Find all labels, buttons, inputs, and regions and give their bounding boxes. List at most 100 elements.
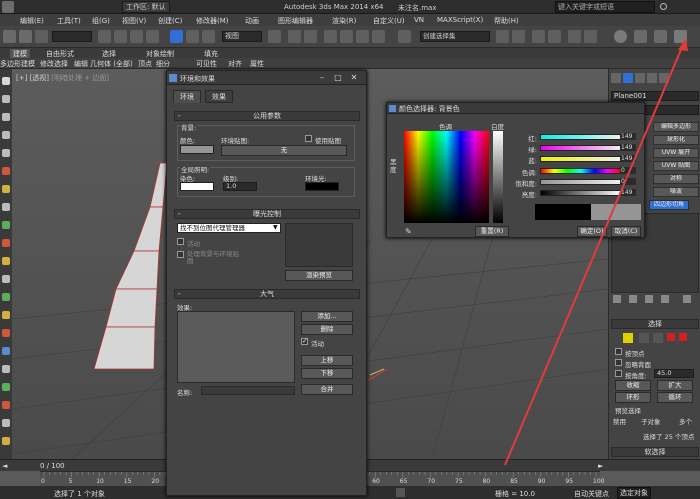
search-input[interactable]: 键入关键字或短语 — [555, 1, 655, 13]
merge-button[interactable]: 合并 — [301, 384, 353, 395]
modifier-uvw-unwrap[interactable]: UVW 展开 — [653, 148, 699, 158]
menu-graph-editors[interactable]: 图形编辑器 — [278, 16, 313, 26]
frame-counter[interactable]: 0 / 100 — [40, 462, 65, 470]
material-editor-icon[interactable] — [614, 30, 627, 43]
process-bg-checkbox[interactable] — [177, 251, 184, 258]
exposure-type-dropdown[interactable]: 找不到位图代理管理器 — [177, 223, 281, 233]
vertex-icon[interactable] — [623, 333, 633, 343]
tool-icon-6[interactable] — [2, 167, 10, 175]
menu-rendering[interactable]: 渲染(R) — [332, 16, 356, 26]
blue-slider[interactable] — [540, 156, 622, 162]
snap-icon[interactable] — [324, 30, 337, 43]
modifier-quad-chamfer[interactable]: 四边形切角 — [649, 200, 689, 210]
element-icon[interactable] — [679, 333, 687, 341]
effect-name-input[interactable] — [201, 386, 295, 395]
tool-icon-8[interactable] — [2, 203, 10, 211]
create-tab-icon[interactable] — [611, 73, 621, 83]
viewport-label[interactable]: [+] [透视] [明暗处理 + 边面] — [16, 73, 109, 83]
background-color-swatch[interactable] — [180, 145, 214, 154]
atmosphere-rollout[interactable]: - 大气 — [174, 289, 360, 299]
ribbon-visibility[interactable]: 可见性 — [196, 59, 217, 69]
tool-icon-4[interactable] — [2, 131, 10, 139]
tool-icon-21[interactable] — [2, 437, 10, 445]
selection-set-input[interactable]: 创建选择集 — [420, 31, 490, 42]
hue-saturation-field[interactable] — [404, 131, 489, 223]
make-unique-icon[interactable] — [645, 295, 653, 303]
select-icon[interactable] — [98, 30, 111, 43]
reset-button[interactable]: 重置(R) — [475, 226, 509, 237]
spinner-snap-icon[interactable] — [372, 30, 385, 43]
workspace-dropdown[interactable]: 工作区: 默认 — [122, 1, 170, 13]
tool-icon-10[interactable] — [2, 239, 10, 247]
redo-icon[interactable] — [19, 30, 32, 43]
delete-effect-button[interactable]: 删除 — [301, 324, 353, 335]
use-map-checkbox[interactable] — [305, 135, 312, 142]
ribbon-poly-modeling[interactable]: 多边形建模 — [0, 59, 35, 69]
exposure-rollout[interactable]: - 曝光控制 — [174, 209, 360, 219]
motion-tab-icon[interactable] — [647, 73, 657, 83]
ok-button[interactable]: 确定(O) — [577, 226, 607, 237]
by-angle-checkbox[interactable] — [615, 370, 622, 377]
window-crossing-icon[interactable] — [146, 30, 159, 43]
saturation-value[interactable]: 0 — [620, 178, 636, 185]
menu-customize[interactable]: 自定义(U) — [373, 16, 405, 26]
atmosphere-active-checkbox[interactable] — [301, 337, 308, 345]
preview-disabled-radio[interactable]: 禁用 — [613, 416, 626, 426]
tool-icon-3[interactable] — [2, 113, 10, 121]
ribbon-subdivision[interactable]: 细分 — [156, 59, 170, 69]
edge-icon[interactable] — [639, 333, 649, 343]
minimize-icon[interactable]: – — [317, 73, 327, 82]
rect-select-icon[interactable] — [130, 30, 143, 43]
close-icon[interactable]: ✕ — [349, 73, 359, 82]
ribbon-vertices[interactable]: 顶点 — [138, 59, 152, 69]
select-by-name-icon[interactable] — [114, 30, 127, 43]
ambient-color-swatch[interactable] — [305, 182, 339, 191]
tool-icon-12[interactable] — [2, 275, 10, 283]
tool-icon-5[interactable] — [2, 149, 10, 157]
env-map-button[interactable]: 无 — [221, 145, 347, 156]
grow-button[interactable]: 扩大 — [657, 380, 693, 391]
menu-help[interactable]: 帮助(H) — [494, 16, 519, 26]
modifier-noise[interactable]: 噪波 — [653, 187, 699, 197]
layer-manager-icon[interactable] — [532, 30, 545, 43]
menu-animation[interactable]: 动画 — [245, 16, 259, 26]
configure-sets-icon[interactable] — [683, 295, 691, 303]
render-production-icon[interactable] — [674, 30, 687, 43]
ribbon-properties[interactable]: 属性 — [250, 59, 264, 69]
tool-icon-18[interactable] — [2, 383, 10, 391]
hue-slider[interactable] — [540, 168, 622, 174]
app-logo-icon[interactable] — [2, 1, 14, 13]
shrink-button[interactable]: 收缩 — [615, 380, 651, 391]
angle-snap-icon[interactable] — [340, 30, 353, 43]
menu-maxscript[interactable]: MAXScript(X) — [437, 16, 483, 24]
tool-icon-9[interactable] — [2, 221, 10, 229]
loop-button[interactable]: 循环 — [657, 392, 693, 403]
border-icon[interactable] — [653, 333, 663, 343]
dropdown-arrow-icon[interactable]: ▼ — [273, 224, 278, 231]
ribbon-geometry-all[interactable]: 几何体 (全部) — [90, 59, 133, 69]
rendered-frame-window-icon[interactable] — [654, 30, 667, 43]
maximize-icon[interactable]: □ — [333, 73, 343, 82]
exposure-active-checkbox[interactable] — [177, 238, 184, 245]
curve-editor-icon[interactable] — [568, 30, 581, 43]
mirror-icon[interactable] — [496, 30, 509, 43]
dialog-title-bar[interactable]: 环境和效果 – □ ✕ — [167, 71, 366, 85]
add-effect-button[interactable]: 添加... — [301, 311, 353, 322]
render-setup-icon[interactable] — [634, 30, 647, 43]
move-up-button[interactable]: 上移 — [301, 355, 353, 366]
key-filter-dropdown[interactable]: 选定对象 — [617, 487, 651, 499]
link-icon[interactable] — [35, 30, 48, 43]
tool-icon-14[interactable] — [2, 311, 10, 319]
menu-modifiers[interactable]: 修改器(M) — [196, 16, 229, 26]
search-icon[interactable] — [660, 3, 667, 10]
keyboard-shortcut-icon[interactable] — [304, 30, 317, 43]
tool-icon-7[interactable] — [2, 185, 10, 193]
saturation-slider[interactable] — [540, 179, 622, 185]
modifier-uvw-map[interactable]: UVW 贴图 — [653, 161, 699, 171]
align-icon[interactable] — [512, 30, 525, 43]
lock-icon[interactable] — [396, 488, 405, 497]
undo-icon[interactable] — [3, 30, 16, 43]
blue-value[interactable]: 149 — [620, 155, 636, 162]
value-value[interactable]: 149 — [620, 189, 636, 196]
tool-icon-13[interactable] — [2, 293, 10, 301]
